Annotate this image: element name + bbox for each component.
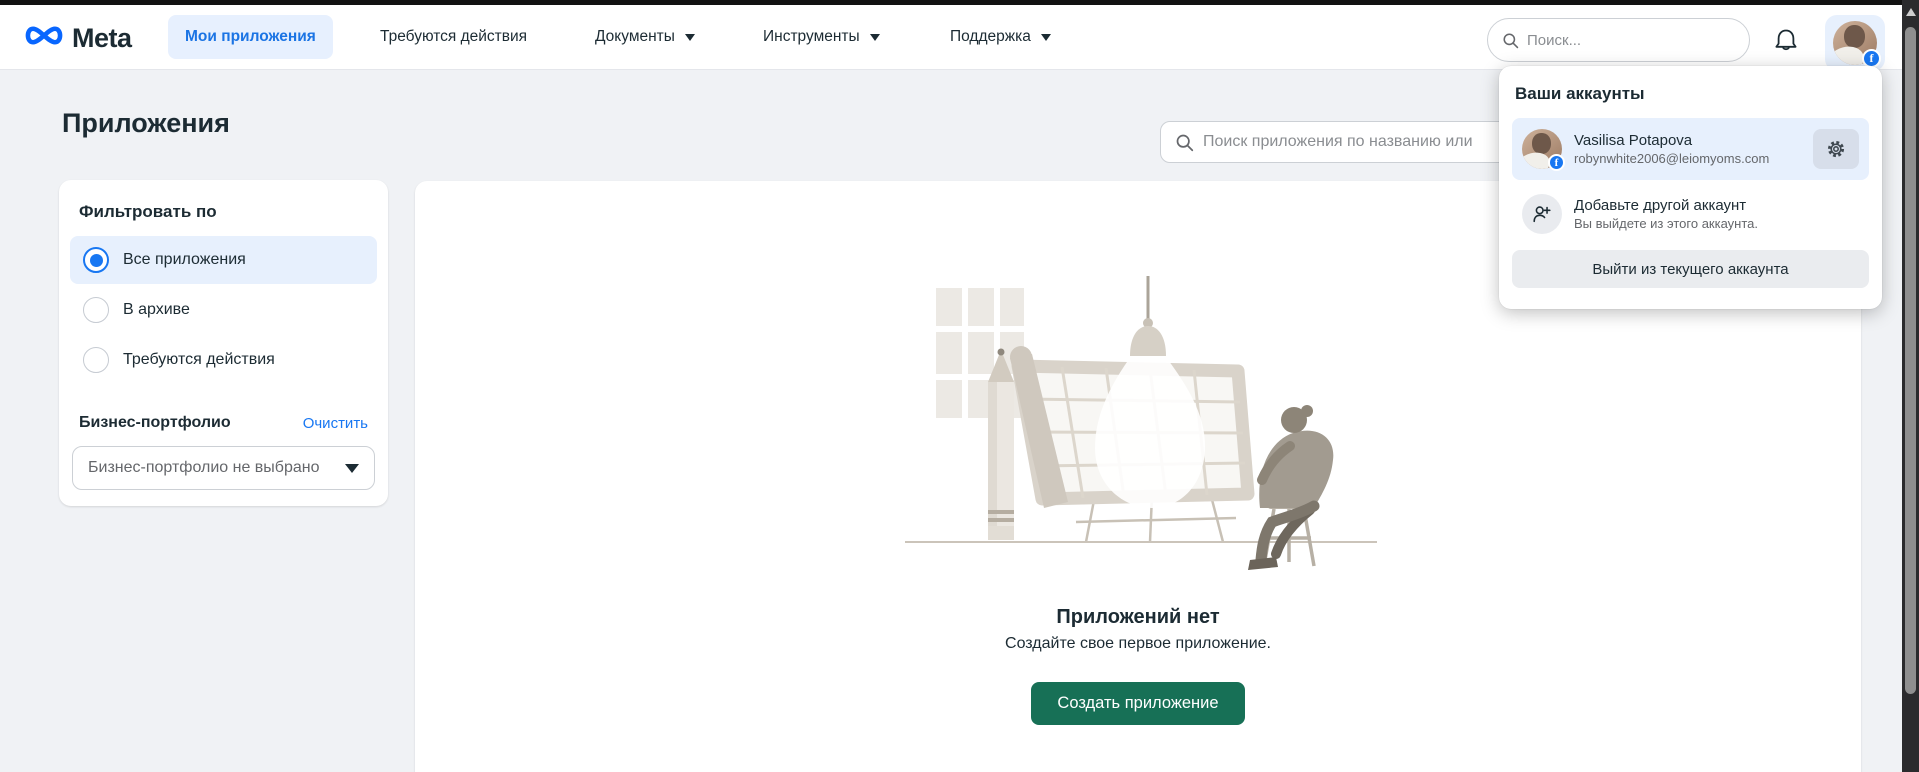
current-account-row[interactable]: f Vasilisa Potapova robynwhite2006@leiom… — [1512, 118, 1869, 180]
filter-option-actions-required[interactable]: Требуются действия — [70, 336, 377, 384]
chevron-down-icon — [869, 33, 880, 41]
tab-tools[interactable]: Инструменты — [763, 15, 880, 59]
business-portfolio-select[interactable]: Бизнес-портфолио не выбрано — [72, 446, 375, 490]
empty-state-subtitle: Создайте свое первое приложение. — [1005, 635, 1271, 652]
account-dropdown-panel: Ваши аккаунты f Vasilisa Potapova robynw… — [1499, 66, 1882, 309]
tab-actions-required-label: Требуются действия — [380, 28, 528, 45]
facebook-badge-icon: f — [1548, 154, 1565, 171]
add-account-row[interactable]: Добавьте другой аккаунт Вы выйдете из эт… — [1512, 194, 1869, 234]
empty-state-illustration — [905, 276, 1377, 570]
add-person-icon — [1522, 194, 1562, 234]
top-black-strip — [0, 0, 1919, 5]
business-portfolio-label: Бизнес-портфолио — [79, 414, 231, 431]
search-icon — [1502, 32, 1519, 49]
search-icon — [1175, 133, 1194, 152]
account-panel-title: Ваши аккаунты — [1515, 84, 1645, 103]
radio-unselected-icon — [83, 347, 109, 373]
portfolio-select-value: Бизнес-портфолио не выбрано — [88, 459, 320, 476]
chevron-down-icon — [684, 33, 695, 41]
add-account-title: Добавьте другой аккаунт — [1574, 197, 1747, 214]
filter-option-all-apps[interactable]: Все приложения — [70, 236, 377, 284]
filter-option-label: Требуются действия — [123, 351, 275, 368]
global-search-box[interactable] — [1487, 18, 1750, 62]
vertical-scrollbar[interactable] — [1902, 0, 1919, 772]
tab-support-label: Поддержка — [950, 28, 1031, 45]
clear-filter-link[interactable]: Очистить — [303, 415, 368, 432]
meta-logo[interactable]: Meta — [22, 19, 132, 57]
avatar: f — [1522, 129, 1565, 171]
create-app-button[interactable]: Создать приложение — [1031, 682, 1245, 725]
account-email: robynwhite2006@leiomyoms.com — [1574, 151, 1770, 166]
tab-my-apps[interactable]: Мои приложения — [168, 15, 333, 59]
meta-infinity-icon — [22, 21, 66, 55]
tab-my-apps-label: Мои приложения — [185, 28, 316, 45]
radio-selected-icon — [83, 247, 109, 273]
gear-icon — [1825, 138, 1847, 160]
filter-card: Фильтровать по Все приложения В архиве Т… — [59, 180, 388, 506]
notifications-button[interactable] — [1768, 23, 1804, 59]
logout-button[interactable]: Выйти из текущего аккаунта — [1512, 250, 1869, 288]
chevron-down-icon — [1040, 33, 1051, 41]
chevron-down-icon — [345, 463, 359, 473]
global-search-input[interactable] — [1527, 31, 1735, 49]
tab-actions-required[interactable]: Требуются действия — [380, 15, 527, 59]
filter-option-archived[interactable]: В архиве — [70, 286, 377, 334]
radio-unselected-icon — [83, 297, 109, 323]
filter-option-label: Все приложения — [123, 251, 246, 268]
top-navbar: Meta Мои приложения Требуются действия Д… — [0, 5, 1919, 71]
scrollbar-thumb[interactable] — [1905, 27, 1916, 694]
add-account-subtitle: Вы выйдете из этого аккаунта. — [1574, 216, 1758, 231]
empty-state-title: Приложений нет — [1056, 606, 1220, 628]
page-title: Приложения — [62, 108, 230, 138]
account-menu-button[interactable]: f — [1825, 15, 1885, 71]
filter-title: Фильтровать по — [79, 202, 217, 221]
tab-documents[interactable]: Документы — [595, 15, 695, 59]
account-settings-button[interactable] — [1813, 129, 1859, 169]
tab-tools-label: Инструменты — [763, 28, 860, 45]
bell-icon — [1771, 26, 1801, 56]
account-name: Vasilisa Potapova — [1574, 132, 1693, 149]
scroll-up-icon[interactable] — [1905, 8, 1916, 16]
tab-support[interactable]: Поддержка — [950, 15, 1051, 59]
brand-name: Meta — [72, 22, 132, 53]
tab-documents-label: Документы — [595, 28, 675, 45]
filter-option-label: В архиве — [123, 301, 190, 318]
